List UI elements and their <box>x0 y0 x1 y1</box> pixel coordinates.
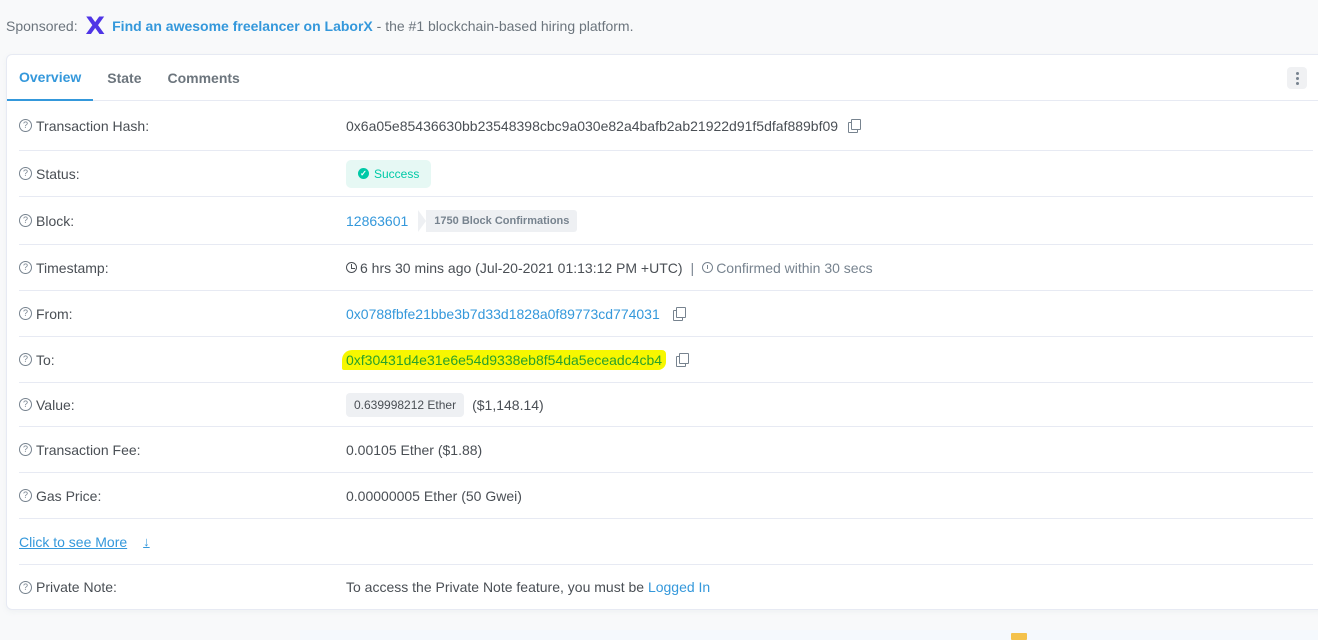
help-icon[interactable]: ? <box>19 119 32 132</box>
usd-value: ($1,148.14) <box>472 396 544 413</box>
label-from: From: <box>36 305 73 322</box>
label-to: To: <box>36 351 55 368</box>
row-timestamp: ? Timestamp: 6 hrs 30 mins ago (Jul-20-20… <box>19 245 1313 291</box>
help-icon[interactable]: ? <box>19 489 32 502</box>
row-block: ? Block: 12863601 1750 Block Confirmations <box>19 197 1313 245</box>
row-to: ? To: 0xf30431d4e31e6e54d9338eb8f54da5ece… <box>19 337 1313 383</box>
label-transaction-hash: Transaction Hash: <box>36 117 150 134</box>
row-transaction-fee: ? Transaction Fee: 0.00105 Ether ($1.88) <box>19 427 1313 473</box>
arrow-down-icon: ↓ <box>143 534 150 549</box>
transaction-hash-value: 0x6a05e85436630bb23548398cbc9a030e82a4ba… <box>346 117 839 134</box>
yellow-marker-icon <box>1011 633 1027 640</box>
row-from: ? From: 0x0788fbfe21bbe3b7d33d1828a0f8977… <box>19 291 1313 337</box>
label-value: Value: <box>36 396 75 413</box>
to-address-link[interactable]: 0xf30431d4e31e6e54d9338eb8f54da5eceadc4c… <box>342 349 667 370</box>
bottom-section-edge <box>300 630 1318 640</box>
see-more-label: Click to see More <box>19 533 128 550</box>
status-badge: ✓ Success <box>346 159 432 188</box>
more-options-button[interactable] <box>1287 67 1307 89</box>
separator: | <box>690 259 695 276</box>
tab-state[interactable]: State <box>95 55 153 100</box>
help-icon[interactable]: ? <box>19 398 32 411</box>
logged-in-link[interactable]: Logged In <box>648 579 710 595</box>
transaction-card: Overview State Comments ? Transaction Has… <box>6 54 1318 610</box>
block-number-link[interactable]: 12863601 <box>346 213 408 229</box>
help-icon[interactable]: ? <box>19 580 32 594</box>
label-private-note: Private Note: <box>36 579 117 595</box>
sponsor-suffix: - the #1 blockchain-based hiring platfor… <box>372 18 634 34</box>
status-text: Success <box>374 166 420 181</box>
row-value: ? Value: 0.639998212 Ether ($1,148.14) <box>19 383 1313 427</box>
row-see-more: Click to see More ↓ <box>19 519 1313 565</box>
copy-icon[interactable] <box>672 307 686 321</box>
label-transaction-fee: Transaction Fee: <box>36 441 141 458</box>
help-icon[interactable]: ? <box>19 261 32 274</box>
row-gas-price: ? Gas Price: 0.00000005 Ether (50 Gwei) <box>19 473 1313 519</box>
check-circle-icon: ✓ <box>358 168 369 179</box>
transaction-fee-value: 0.00105 Ether ($1.88) <box>346 441 483 458</box>
tab-overview[interactable]: Overview <box>7 55 94 101</box>
sponsor-link[interactable]: Find an awesome freelancer on LaborX <box>112 18 373 34</box>
help-icon[interactable]: ? <box>19 443 32 456</box>
label-status: Status: <box>36 165 80 182</box>
row-status: ? Status: ✓ Success <box>19 151 1313 197</box>
help-icon[interactable]: ? <box>19 214 32 227</box>
row-private-note: ? Private Note: To access the Private Not… <box>19 565 1313 609</box>
sponsored-banner: Sponsored: X Find an awesome freelancer … <box>6 14 633 38</box>
tab-bar: Overview State Comments <box>7 55 1318 101</box>
label-timestamp: Timestamp: <box>36 259 109 276</box>
block-confirmations-badge: 1750 Block Confirmations <box>418 209 578 232</box>
from-address-link[interactable]: 0x0788fbfe21bbe3b7d33d1828a0f89773cd7740… <box>346 306 660 322</box>
private-note-text: To access the Private Note feature, you … <box>346 579 648 595</box>
ether-value-pill: 0.639998212 Ether <box>346 392 465 417</box>
label-gas-price: Gas Price: <box>36 487 102 504</box>
click-to-see-more-link[interactable]: Click to see More ↓ <box>19 534 150 550</box>
kebab-icon <box>1295 71 1299 75</box>
label-block: Block: <box>36 212 75 229</box>
help-icon[interactable]: ? <box>19 307 32 320</box>
clock-icon <box>346 262 357 273</box>
copy-icon[interactable] <box>848 119 862 133</box>
copy-icon[interactable] <box>676 353 690 367</box>
laborx-logo-icon: X <box>85 12 105 40</box>
help-icon[interactable]: ? <box>19 167 32 180</box>
help-icon[interactable]: ? <box>19 353 32 366</box>
overview-rows: ? Transaction Hash: 0x6a05e85436630bb2354… <box>7 101 1318 609</box>
timestamp-value: 6 hrs 30 mins ago (Jul-20-2021 01:13:12 … <box>360 259 683 276</box>
tab-comments[interactable]: Comments <box>156 55 252 100</box>
confirmed-within: Confirmed within 30 secs <box>716 259 873 276</box>
sponsored-label: Sponsored: <box>6 18 78 34</box>
timer-icon <box>702 262 714 273</box>
row-transaction-hash: ? Transaction Hash: 0x6a05e85436630bb2354… <box>19 101 1313 151</box>
gas-price-value: 0.00000005 Ether (50 Gwei) <box>346 487 522 504</box>
